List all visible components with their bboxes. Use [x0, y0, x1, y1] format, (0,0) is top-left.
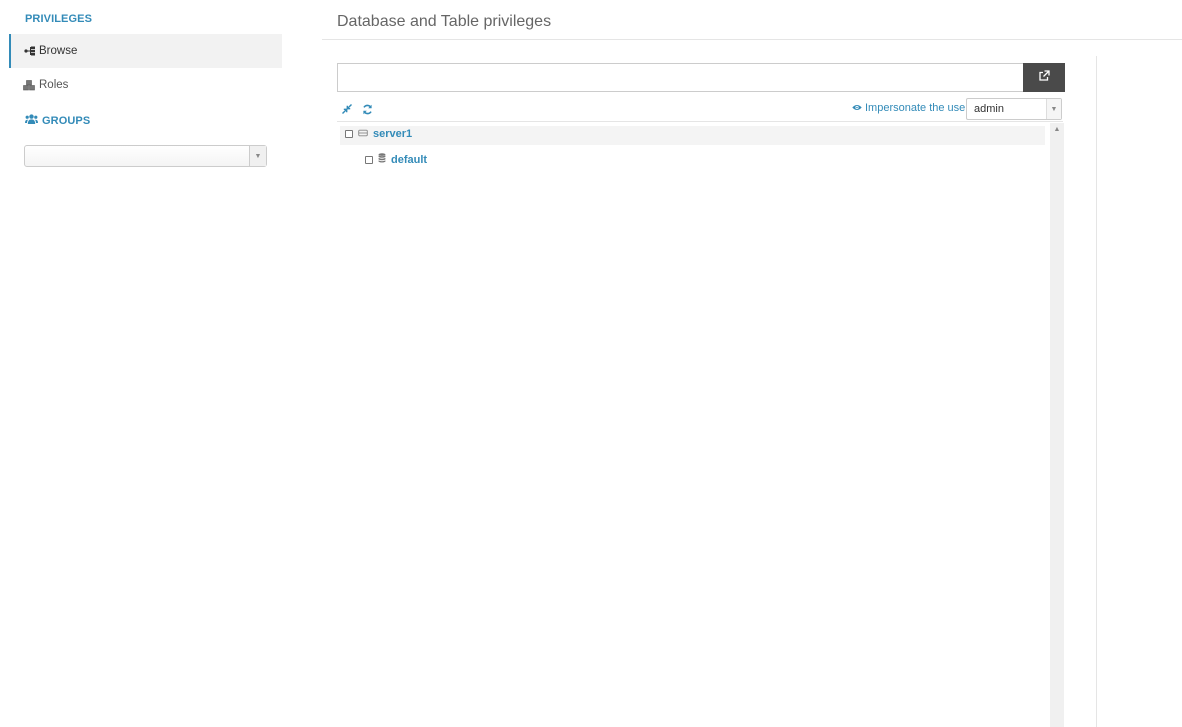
sidebar-item-roles[interactable]: Roles	[9, 68, 282, 102]
search-input[interactable]	[337, 63, 1023, 92]
tree-node-server[interactable]: server1	[345, 128, 412, 140]
tree-node-label: default	[391, 153, 428, 166]
sidebar-item-label: Roles	[39, 79, 69, 91]
server-icon	[358, 128, 368, 140]
tree-row-highlight	[340, 126, 1045, 145]
chevron-down-icon: ▼	[249, 146, 266, 166]
sidebar: PRIVILEGES Browse Roles GROUPS ▼	[0, 0, 300, 727]
tree-node-checkbox[interactable]	[365, 155, 373, 164]
page-title: Database and Table privileges	[337, 13, 552, 30]
divider	[1096, 56, 1097, 727]
tree-scrollbar[interactable]: ▲	[1050, 123, 1064, 727]
tree-node-checkbox[interactable]	[345, 130, 353, 138]
user-select-value: admin	[974, 103, 1004, 115]
divider	[322, 39, 1182, 40]
group-select[interactable]: ▼	[24, 145, 267, 167]
tree-node-label: server1	[373, 128, 413, 140]
groups-title-label: GROUPS	[42, 114, 91, 127]
cubes-icon	[23, 79, 36, 91]
divider	[337, 121, 1063, 122]
eye-icon	[852, 102, 862, 114]
impersonate-label: Impersonate the user	[865, 102, 969, 114]
database-icon	[378, 153, 386, 166]
users-icon	[25, 114, 38, 127]
external-link-icon	[1038, 70, 1050, 85]
groups-title: GROUPS	[25, 114, 90, 127]
compress-icon[interactable]	[341, 103, 353, 115]
refresh-icon[interactable]	[361, 103, 373, 115]
tree-node-database[interactable]: default	[365, 153, 427, 166]
sitemap-icon	[24, 46, 36, 56]
chevron-down-icon: ▼	[1046, 99, 1061, 119]
privileges-title: PRIVILEGES	[25, 13, 93, 25]
chevron-up-icon[interactable]: ▲	[1050, 125, 1064, 133]
impersonate-user-link[interactable]: Impersonate the user	[852, 102, 969, 114]
sidebar-item-browse[interactable]: Browse	[9, 34, 282, 68]
open-external-button[interactable]	[1023, 63, 1065, 92]
user-select[interactable]: admin ▼	[966, 98, 1062, 120]
sidebar-item-label: Browse	[39, 45, 78, 57]
